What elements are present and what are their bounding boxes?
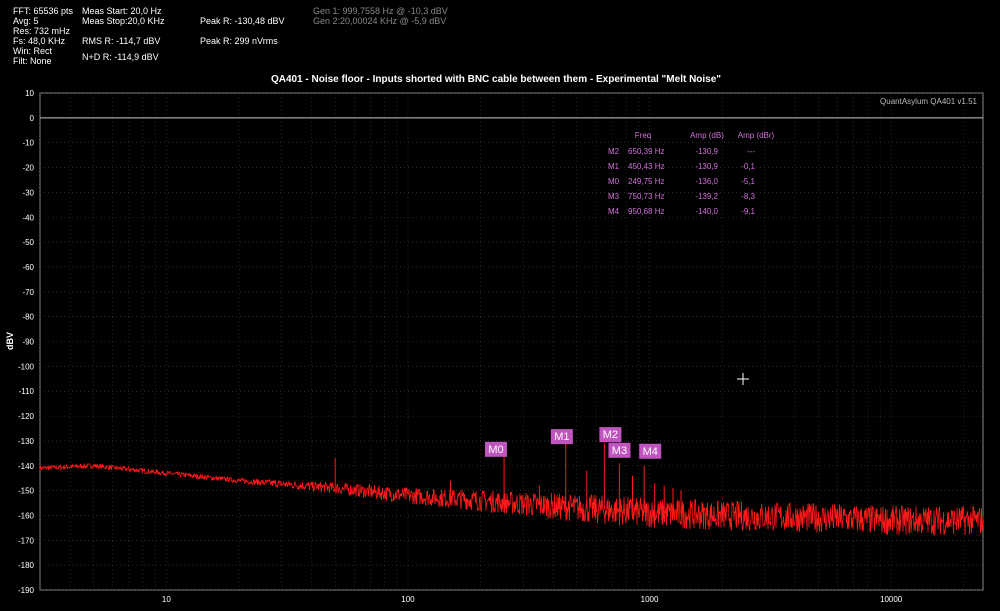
- marker-table-cell: -9,1: [741, 207, 755, 216]
- marker-table-cell: M2: [608, 147, 620, 156]
- marker-table-cell: M4: [608, 207, 620, 216]
- y-tick-label: -140: [18, 462, 35, 471]
- y-tick-label: -80: [22, 313, 34, 322]
- marker-table-cell: -140,0: [695, 207, 718, 216]
- x-tick-label: 10000: [880, 595, 903, 604]
- marker-table-cell: -130,9: [695, 162, 718, 171]
- marker-table-cell: M3: [608, 192, 620, 201]
- marker-table-header: Amp (dB): [690, 131, 724, 140]
- y-tick-label: -90: [22, 338, 34, 347]
- y-tick-label: -130: [18, 437, 35, 446]
- x-tick-label: 1000: [641, 595, 659, 604]
- marker-table-cell: 750,73 Hz: [628, 192, 664, 201]
- y-tick-label: -190: [18, 586, 35, 595]
- marker-table-cell: -5,1: [741, 177, 755, 186]
- marker-table-header: Amp (dBr): [738, 131, 775, 140]
- y-tick-label: -120: [18, 412, 35, 421]
- y-tick-label: -40: [22, 213, 34, 222]
- y-tick-label: 10: [25, 89, 34, 98]
- y-tick-label: -160: [18, 511, 35, 520]
- marker-table-cell: 950,68 Hz: [628, 207, 664, 216]
- spectrum-chart[interactable]: QA401 - Noise floor - Inputs shorted wit…: [0, 0, 1000, 611]
- marker-label: M3: [612, 445, 627, 457]
- y-axis-label: dBV: [5, 332, 15, 350]
- y-axis-ticks: 10 0 -10 -20 -30 -40 -50 -60 -70 -80 -90 -100 -110 -1…: [18, 89, 35, 595]
- x-tick-label: 10: [162, 595, 171, 604]
- y-tick-label: -70: [22, 288, 34, 297]
- marker-table-cell: -8,3: [741, 192, 755, 201]
- x-axis-ticks: 10 100 1000 10000: [162, 595, 903, 604]
- marker-table-header: Freq: [635, 131, 651, 140]
- y-tick-label: 0: [30, 114, 35, 123]
- y-tick-label: -20: [22, 164, 34, 173]
- marker-table-cell: M1: [608, 162, 620, 171]
- marker-label: M0: [488, 444, 503, 456]
- marker-table-cell: -0,1: [741, 162, 755, 171]
- marker-table-cell: M0: [608, 177, 620, 186]
- marker-table-cell: 249,75 Hz: [628, 177, 664, 186]
- y-tick-label: -110: [19, 387, 35, 396]
- marker-table-cell: -136,0: [695, 177, 718, 186]
- chart-title: QA401 - Noise floor - Inputs shorted wit…: [271, 74, 721, 85]
- marker-label: M1: [554, 431, 569, 443]
- marker-table-cell: -139,2: [695, 192, 718, 201]
- marker-label: M2: [603, 429, 618, 441]
- marker-table-cell: ---: [747, 147, 755, 156]
- marker-label: M4: [643, 446, 658, 458]
- y-tick-label: -60: [22, 263, 34, 272]
- y-tick-label: -150: [18, 487, 35, 496]
- watermark: QuantAsylum QA401 v1.51: [880, 97, 977, 106]
- y-tick-label: -170: [18, 536, 35, 545]
- marker-table-cell: -130,9: [695, 147, 718, 156]
- marker-table-cell: 450,43 Hz: [628, 162, 664, 171]
- y-tick-label: -50: [22, 238, 34, 247]
- y-tick-label: -30: [22, 188, 34, 197]
- y-tick-label: -100: [18, 362, 35, 371]
- y-tick-label: -10: [22, 139, 34, 148]
- marker-table-cell: 650,39 Hz: [628, 147, 664, 156]
- y-tick-label: -180: [18, 561, 35, 570]
- x-tick-label: 100: [401, 595, 415, 604]
